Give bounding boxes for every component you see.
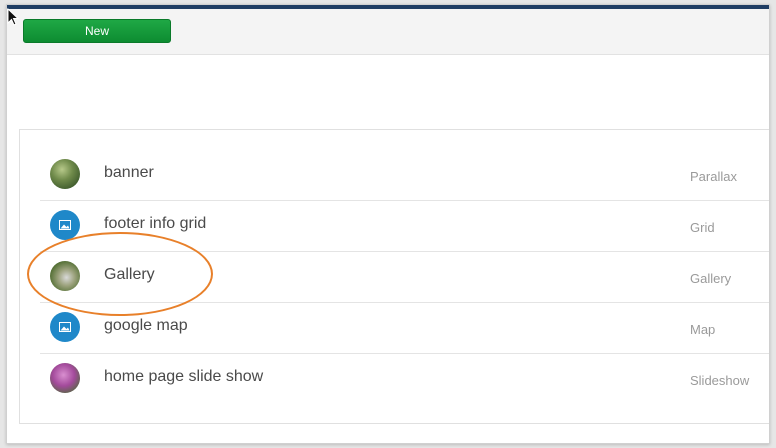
item-type: Gallery [690,271,732,286]
item-title[interactable]: home page slide show [104,368,263,386]
list-item-banner[interactable]: banner Parallax [40,150,769,201]
list-item-google-map[interactable]: google map Map [40,303,769,354]
image-icon [50,312,80,342]
image-glyph-icon [59,322,71,332]
photo-thumbnail-icon [50,363,80,393]
list-panel: banner Parallax footer info grid Grid Ga… [19,129,769,424]
item-title[interactable]: footer info grid [104,215,206,233]
image-glyph-icon [59,220,71,230]
item-type: Map [690,322,716,337]
photo-thumbnail-icon [50,159,80,189]
item-title[interactable]: google map [104,317,188,335]
item-title[interactable]: Gallery [104,266,155,284]
app-window: New banner Parallax footer info grid Gri… [6,4,770,444]
item-title[interactable]: banner [104,164,154,182]
new-button[interactable]: New [23,19,171,43]
list-item-gallery[interactable]: Gallery Gallery [40,252,769,303]
item-type: Grid [690,220,715,235]
photo-thumbnail-icon [50,261,80,291]
image-icon [50,210,80,240]
toolbar: New [7,9,769,55]
item-type: Slideshow [690,373,750,388]
list-item-footer-info-grid[interactable]: footer info grid Grid [40,201,769,252]
item-type: Parallax [690,169,737,184]
list-item-home-page-slide-show[interactable]: home page slide show Slideshow [40,354,769,405]
content-list: banner Parallax footer info grid Grid Ga… [40,150,769,405]
